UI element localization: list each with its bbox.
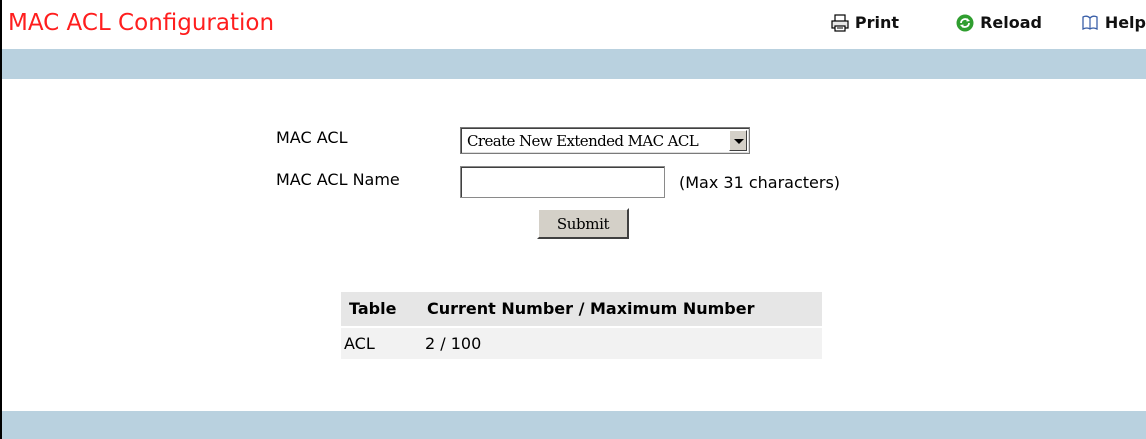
help-book-icon bbox=[1082, 15, 1098, 30]
submit-button[interactable]: Submit bbox=[537, 208, 629, 239]
mac-acl-name-label: MAC ACL Name bbox=[276, 170, 400, 189]
reload-link[interactable]: Reload bbox=[956, 13, 1042, 32]
column-header-count: Current Number / Maximum Number bbox=[427, 299, 755, 318]
header-band bbox=[2, 49, 1146, 79]
help-link[interactable]: Help bbox=[1081, 13, 1146, 32]
reload-label: Reload bbox=[980, 13, 1042, 32]
reload-icon bbox=[956, 14, 974, 31]
mac-acl-label: MAC ACL bbox=[276, 128, 348, 147]
mac-acl-select-value: Create New Extended MAC ACL bbox=[467, 132, 699, 150]
mac-acl-name-input[interactable] bbox=[460, 166, 665, 198]
table-cell-name: ACL bbox=[344, 334, 375, 353]
print-label: Print bbox=[854, 13, 899, 32]
column-header-table: Table bbox=[349, 299, 397, 318]
help-label: Help bbox=[1104, 13, 1146, 32]
page-title: MAC ACL Configuration bbox=[8, 10, 275, 36]
print-link[interactable]: Print bbox=[831, 13, 899, 32]
chevron-down-icon[interactable] bbox=[729, 130, 747, 151]
table-row: ACL 2 / 100 bbox=[341, 328, 822, 359]
name-hint: (Max 31 characters) bbox=[679, 173, 841, 192]
footer-band bbox=[2, 411, 1146, 439]
printer-icon bbox=[831, 13, 849, 32]
table-header-row: Table Current Number / Maximum Number bbox=[341, 292, 822, 326]
mac-acl-select[interactable]: Create New Extended MAC ACL bbox=[460, 127, 750, 154]
table-cell-count: 2 / 100 bbox=[425, 334, 482, 353]
